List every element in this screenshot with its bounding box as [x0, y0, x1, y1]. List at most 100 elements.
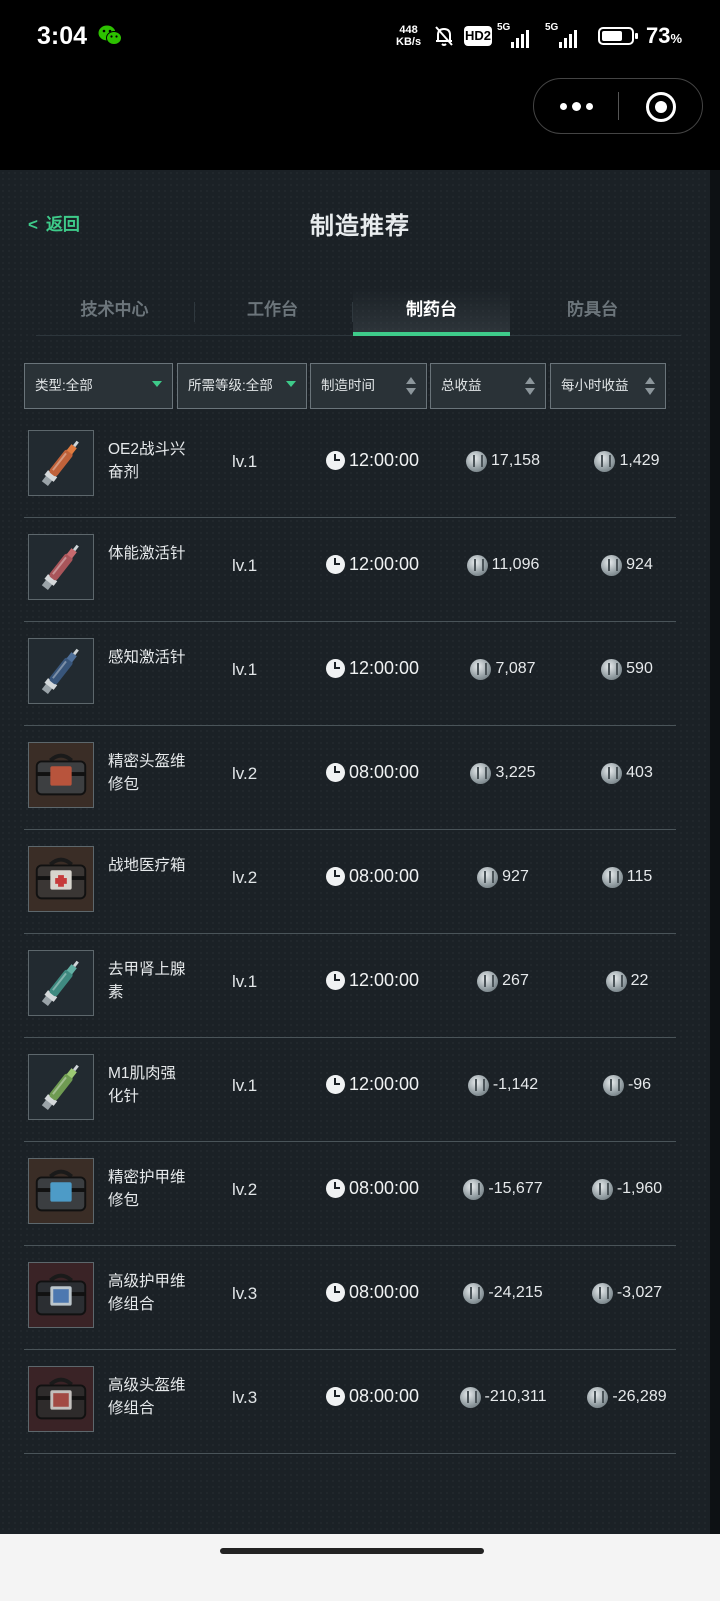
- craft-time: 08:00:00: [326, 866, 419, 887]
- recipe-row[interactable]: 精密头盔维修包 lv.2 08:00:00 3,225 403: [24, 726, 676, 830]
- type-filter-label: 类型:全部: [35, 378, 93, 393]
- recipe-row[interactable]: 战地医疗箱 lv.2 08:00:00 927 115: [24, 830, 676, 934]
- clock-icon: [326, 659, 345, 678]
- close-miniprogram-button[interactable]: [646, 92, 676, 122]
- craft-time: 12:00:00: [326, 450, 419, 471]
- item-level: lv.1: [232, 1076, 258, 1095]
- signal-sim2-icon: 5G: [545, 22, 577, 48]
- tab-tech-center[interactable]: 技术中心: [36, 288, 193, 334]
- speed-value: 448: [399, 24, 418, 36]
- sim1-label: 5G: [497, 22, 511, 33]
- recipe-row[interactable]: 感知激活针 lv.1 12:00:00 7,087 590: [24, 622, 676, 726]
- helmet-repair-combo-icon: [28, 1366, 94, 1432]
- recipe-row[interactable]: 高级护甲维修组合 lv.3 08:00:00 -24,215 -3,027: [24, 1246, 676, 1350]
- craft-time: 08:00:00: [326, 762, 419, 783]
- craft-time: 08:00:00: [326, 1178, 419, 1199]
- clock-icon: [326, 867, 345, 886]
- level-filter-label: 所需等级:全部: [188, 378, 273, 393]
- hourly-sort-button[interactable]: 每小时收益: [550, 363, 666, 409]
- clock-icon: [326, 1179, 345, 1198]
- hourly-profit-value: -96: [627, 1076, 652, 1093]
- craft-time: 12:00:00: [326, 554, 419, 575]
- tab-workbench[interactable]: 工作台: [194, 288, 351, 334]
- time-sort-label: 制造时间: [321, 378, 375, 393]
- clock-icon: [326, 1075, 345, 1094]
- hourly-profit: 115: [562, 866, 692, 888]
- dot-icon: [571, 101, 581, 111]
- helmet-repair-kit-icon: [28, 742, 94, 808]
- recipe-row[interactable]: 体能激活针 lv.1 12:00:00 11,096 924: [24, 518, 676, 622]
- armor-repair-combo-icon: [28, 1262, 94, 1328]
- total-sort-label: 总收益: [441, 378, 482, 393]
- syringe-teal-icon: [28, 950, 94, 1016]
- hd-voice-badge: HD2: [464, 26, 492, 46]
- coin-icon: [459, 1386, 481, 1408]
- coin-icon: [477, 970, 499, 992]
- coin-icon: [594, 450, 616, 472]
- hourly-profit-value: 403: [626, 764, 653, 781]
- percent-sign: %: [670, 31, 683, 46]
- type-filter-dropdown[interactable]: 类型:全部: [24, 363, 173, 409]
- craft-time-value: 08:00:00: [349, 1386, 420, 1406]
- hourly-profit-value: -3,027: [616, 1284, 663, 1301]
- recipe-row[interactable]: M1肌肉强化针 lv.1 12:00:00 -1,142 -96: [24, 1038, 676, 1142]
- item-name: 去甲肾上腺素: [108, 961, 186, 1001]
- recipe-row[interactable]: OE2战斗兴奋剂 lv.1 12:00:00 17,158 1,429: [24, 414, 676, 518]
- craft-time-value: 12:00:00: [349, 1074, 420, 1094]
- hourly-profit-value: 590: [626, 660, 653, 677]
- craft-time-value: 08:00:00: [349, 866, 420, 886]
- recipe-row[interactable]: 精密护甲维修包 lv.2 08:00:00 -15,677 -1,960: [24, 1142, 676, 1246]
- total-profit: 17,158: [436, 450, 570, 472]
- total-profit-value: -24,215: [488, 1284, 543, 1301]
- total-profit-value: 11,096: [491, 556, 540, 573]
- coin-icon: [463, 1178, 485, 1200]
- hourly-profit-value: 115: [626, 868, 653, 885]
- recipe-row[interactable]: 高级头盔维修组合 lv.3 08:00:00 -210,311 -26,289: [24, 1350, 676, 1454]
- hourly-profit: 403: [562, 762, 692, 784]
- item-name: OE2战斗兴奋剂: [108, 441, 186, 481]
- recipe-row[interactable]: 去甲肾上腺素 lv.1 12:00:00 267 22: [24, 934, 676, 1038]
- home-indicator[interactable]: [220, 1548, 484, 1554]
- coin-icon: [470, 762, 492, 784]
- coin-icon: [477, 866, 499, 888]
- caret-down-icon: [286, 381, 296, 387]
- item-level: lv.1: [232, 556, 258, 575]
- item-level: lv.2: [232, 1180, 258, 1199]
- item-name: 精密头盔维修包: [108, 753, 186, 793]
- hourly-profit: -26,289: [562, 1386, 692, 1408]
- more-options-button[interactable]: [534, 79, 618, 133]
- item-name: 感知激活针: [108, 649, 186, 666]
- craft-time: 08:00:00: [326, 1282, 419, 1303]
- total-profit-value: 267: [502, 972, 529, 989]
- signal-sim1-icon: 5G: [497, 22, 529, 48]
- coin-icon: [602, 1074, 624, 1096]
- item-level: lv.3: [232, 1388, 258, 1407]
- item-level: lv.1: [232, 452, 258, 471]
- item-level: lv.2: [232, 764, 258, 783]
- craft-time-value: 12:00:00: [349, 554, 420, 574]
- armor-repair-kit-icon: [28, 1158, 94, 1224]
- time-sort-button[interactable]: 制造时间: [310, 363, 427, 409]
- craft-time-value: 12:00:00: [349, 450, 420, 470]
- crafting-page: < 返回 制造推荐 技术中心 工作台 制药台 防具台 类型:全部 所需等级:全部 …: [0, 170, 710, 1580]
- total-profit: -210,311: [436, 1386, 570, 1408]
- coin-icon: [591, 1178, 613, 1200]
- hourly-profit: 924: [562, 554, 692, 576]
- clock-time: 3:04: [37, 22, 88, 50]
- battery-icon: [598, 27, 638, 45]
- syringe-blue-icon: [28, 638, 94, 704]
- total-profit: -15,677: [436, 1178, 570, 1200]
- network-speed: 448 KB/s: [396, 24, 421, 48]
- sort-icon: [525, 377, 535, 395]
- craft-time: 08:00:00: [326, 1386, 419, 1407]
- item-level: lv.1: [232, 972, 258, 991]
- total-sort-button[interactable]: 总收益: [430, 363, 546, 409]
- coin-icon: [467, 1074, 489, 1096]
- level-filter-dropdown[interactable]: 所需等级:全部: [177, 363, 307, 409]
- tab-armor-bench[interactable]: 防具台: [514, 288, 671, 334]
- item-level: lv.1: [232, 660, 258, 679]
- total-profit: 11,096: [436, 554, 570, 576]
- page-edge: [710, 170, 720, 1580]
- tab-pharmacy[interactable]: 制药台: [353, 288, 510, 336]
- coin-icon: [601, 866, 623, 888]
